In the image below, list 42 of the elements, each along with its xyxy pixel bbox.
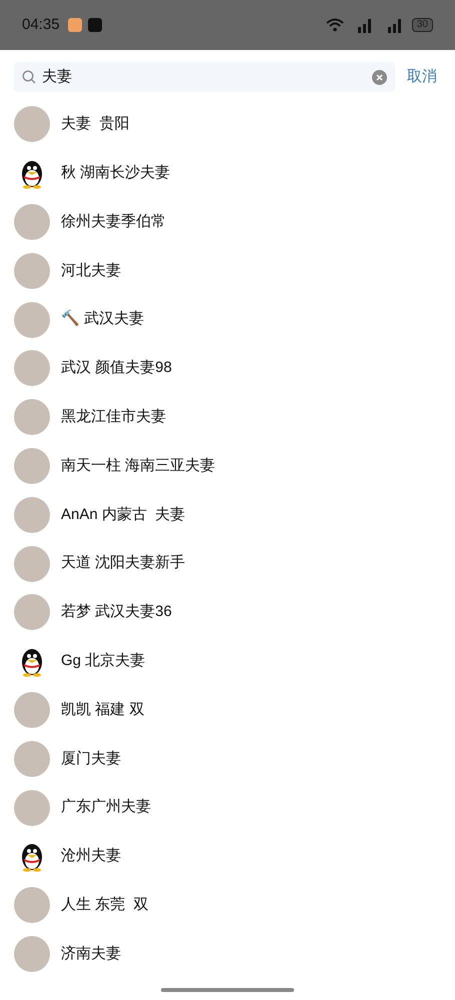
cancel-button[interactable]: 取消 [407, 66, 441, 88]
gallery-app-icon [68, 18, 82, 32]
contact-name[interactable]: 广东广州夫妻 [61, 796, 151, 819]
contact-name[interactable]: AnAn 内蒙古 夫妻 [61, 504, 186, 526]
contact-name[interactable]: 凯凯 福建 双 [61, 698, 144, 722]
avatar-photo [14, 740, 50, 777]
contact-name[interactable]: 人生 东莞 双 [61, 894, 149, 916]
search-field[interactable]: 夫妻 [42, 66, 366, 88]
clear-icon[interactable] [372, 70, 387, 84]
contact-name[interactable]: 🔨 武汉夫妻 [61, 308, 144, 331]
contact-name[interactable]: Gg 北京夫妻 [61, 650, 146, 672]
avatar-photo [14, 252, 50, 289]
contact-name[interactable]: 厦门夫妻 [61, 748, 121, 770]
app-notification-icon [88, 18, 102, 32]
wifi-icon [326, 18, 344, 32]
avatar-photo [14, 204, 50, 240]
avatar-photo [14, 936, 50, 972]
avatar-photo [14, 790, 50, 826]
contact-name[interactable]: 沧州夫妻 [61, 845, 121, 868]
contact-name[interactable]: 夫妻 贵阳 [61, 113, 130, 136]
avatar-photo [14, 496, 50, 533]
avatar-photo [14, 302, 50, 338]
avatar-photo [14, 594, 50, 630]
avatar-photo [14, 350, 50, 386]
avatar-photo [14, 106, 50, 142]
search-icon [22, 70, 36, 84]
status-time: 04:35 [22, 14, 60, 35]
contact-name[interactable]: 黑龙江佳市夫妻 [61, 406, 166, 428]
avatar-photo [14, 399, 50, 436]
contact-name[interactable]: 天道 沈阳夫妻新手 [61, 552, 186, 575]
avatar-photo [14, 887, 50, 924]
contact-name[interactable]: 南天一柱 海南三亚夫妻 [61, 454, 216, 478]
contact-name[interactable]: 若梦 武汉夫妻36 [61, 601, 172, 624]
search-bar[interactable]: 夫妻 [14, 62, 395, 92]
avatar-photo [14, 692, 50, 728]
avatar-photo [14, 448, 50, 484]
contact-name[interactable]: 秋 湖南长沙夫妻 [61, 162, 170, 184]
contact-name[interactable]: 河北夫妻 [61, 260, 121, 282]
contact-name[interactable]: 徐州夫妻季伯常 [61, 210, 166, 234]
contact-name[interactable]: 济南夫妻 [61, 942, 121, 966]
contact-name[interactable]: 武汉 颜值夫妻98 [61, 357, 172, 380]
avatar-photo [14, 546, 50, 582]
